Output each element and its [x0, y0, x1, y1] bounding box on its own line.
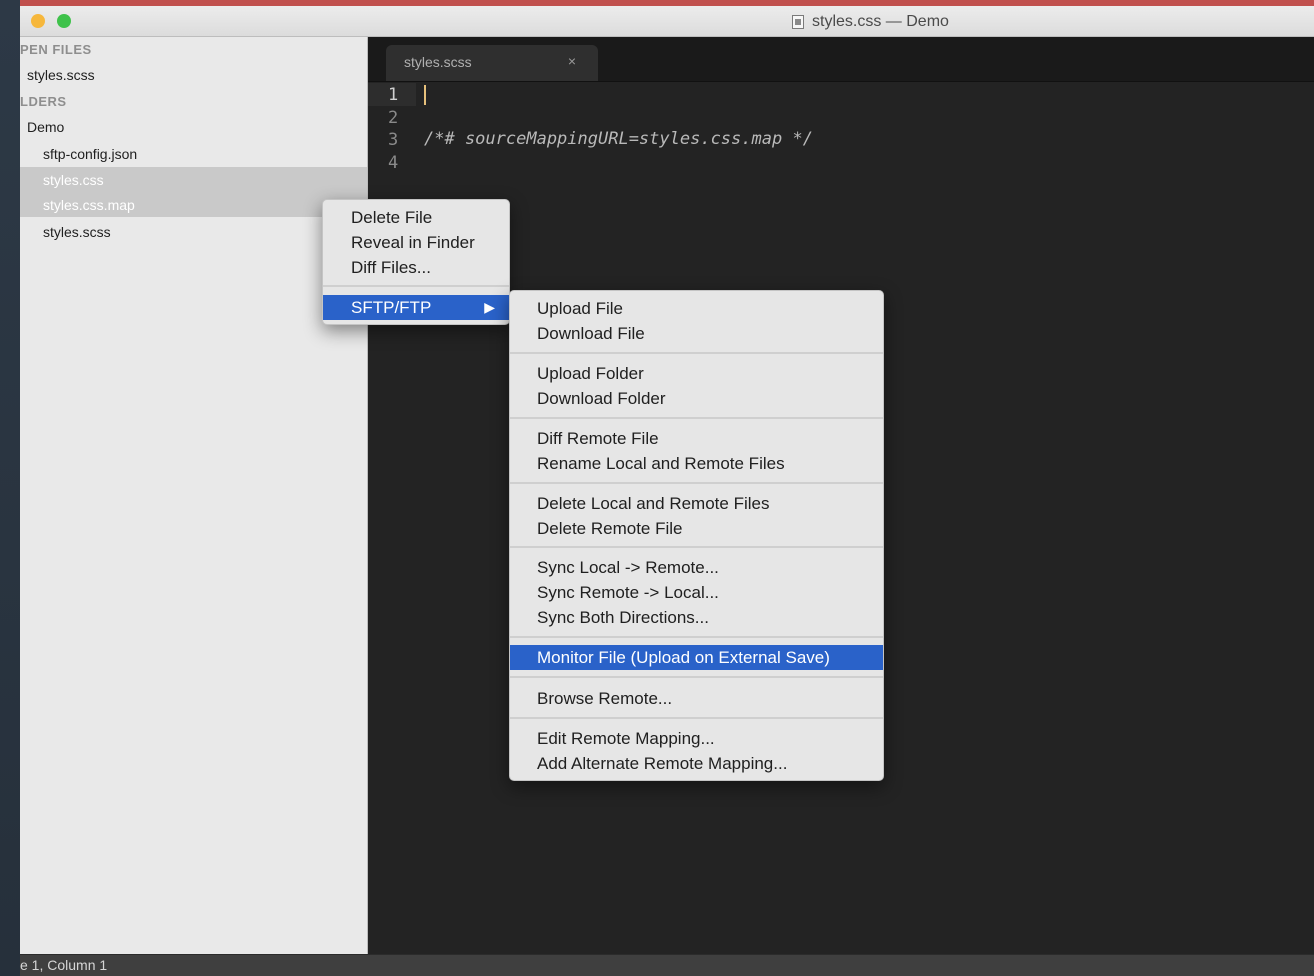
menu-separator — [510, 417, 883, 419]
code-line: 2 — [368, 106, 1314, 129]
menu-item-rename-local-remote[interactable]: Rename Local and Remote Files — [510, 451, 883, 476]
open-file-item[interactable]: styles.scss — [20, 62, 367, 87]
tab-styles-scss[interactable]: styles.scss × — [386, 45, 598, 81]
minimize-button[interactable] — [31, 14, 45, 28]
menu-item-diff-files[interactable]: Diff Files... — [323, 255, 509, 280]
folders-header: LDERS — [20, 94, 67, 109]
menu-separator — [510, 482, 883, 484]
menu-item-sftp-ftp-label: SFTP/FTP — [351, 297, 432, 317]
menu-item-download-folder[interactable]: Download Folder — [510, 386, 883, 411]
menu-item-add-alternate-mapping[interactable]: Add Alternate Remote Mapping... — [510, 751, 883, 776]
open-files-header: PEN FILES — [20, 42, 92, 57]
sidebar: PEN FILES styles.scss LDERS Demo sftp-co… — [20, 37, 368, 954]
zoom-button[interactable] — [57, 14, 71, 28]
menu-item-sync-local-remote[interactable]: Sync Local -> Remote... — [510, 555, 883, 580]
document-icon — [792, 15, 804, 29]
menu-item-reveal-in-finder[interactable]: Reveal in Finder — [323, 230, 509, 255]
line-number: 3 — [388, 130, 399, 150]
menu-item-upload-file[interactable]: Upload File — [510, 296, 883, 321]
menu-item-upload-folder[interactable]: Upload Folder — [510, 361, 883, 386]
line-number: 1 — [388, 85, 399, 105]
menu-separator — [510, 676, 883, 678]
text-caret — [424, 85, 426, 105]
window-title-wrap: styles.css — Demo — [792, 12, 949, 32]
cursor-position: e 1, Column 1 — [20, 957, 108, 973]
menu-separator — [323, 285, 509, 287]
sftp-submenu: Upload File Download File Upload Folder … — [509, 290, 884, 781]
menu-item-delete-remote-file[interactable]: Delete Remote File — [510, 516, 883, 541]
submenu-arrow-icon: ▶ — [484, 299, 495, 315]
code-comment: /*# sourceMappingURL=styles.css.map */ — [424, 129, 813, 149]
menu-item-delete-file[interactable]: Delete File — [323, 205, 509, 230]
menu-item-monitor-file[interactable]: Monitor File (Upload on External Save) — [510, 645, 883, 670]
menu-separator — [510, 636, 883, 638]
file-item-styles-css-map[interactable]: styles.css.map — [20, 192, 367, 217]
menu-item-sync-both[interactable]: Sync Both Directions... — [510, 605, 883, 630]
code-view[interactable]: 1 2 3 /*# sourceMappingURL=styles.css.ma… — [368, 83, 1314, 173]
close-icon[interactable]: × — [568, 53, 576, 69]
file-item-sftp-config[interactable]: sftp-config.json — [20, 141, 367, 166]
file-item-styles-scss[interactable]: styles.scss — [20, 219, 367, 244]
window-title: styles.css — Demo — [812, 13, 949, 30]
tab-label: styles.scss — [404, 54, 472, 70]
desktop-edge — [0, 0, 20, 976]
menu-separator — [510, 546, 883, 548]
code-line: 3 /*# sourceMappingURL=styles.css.map */ — [368, 128, 1314, 151]
menu-item-download-file[interactable]: Download File — [510, 321, 883, 346]
menu-item-diff-remote-file[interactable]: Diff Remote File — [510, 426, 883, 451]
code-line: 4 — [368, 151, 1314, 174]
context-menu: Delete File Reveal in Finder Diff Files.… — [322, 199, 510, 325]
code-line: 1 — [368, 83, 1314, 106]
menu-item-delete-local-remote[interactable]: Delete Local and Remote Files — [510, 491, 883, 516]
menu-item-edit-remote-mapping[interactable]: Edit Remote Mapping... — [510, 726, 883, 751]
menu-separator — [510, 717, 883, 719]
tab-bar: styles.scss × — [368, 37, 1314, 82]
line-number: 4 — [388, 152, 399, 173]
menu-item-browse-remote[interactable]: Browse Remote... — [510, 686, 883, 711]
editor-window: styles.css — Demo PEN FILES styles.scss … — [20, 6, 1314, 976]
line-number: 2 — [388, 107, 399, 128]
title-bar: styles.css — Demo — [20, 6, 1314, 37]
menu-item-sftp-ftp[interactable]: SFTP/FTP ▶ — [323, 295, 509, 320]
menu-item-sync-remote-local[interactable]: Sync Remote -> Local... — [510, 580, 883, 605]
status-bar: e 1, Column 1 — [20, 954, 1314, 976]
file-item-styles-css[interactable]: styles.css — [20, 167, 367, 192]
folder-demo[interactable]: Demo — [20, 114, 367, 139]
menu-separator — [510, 352, 883, 354]
